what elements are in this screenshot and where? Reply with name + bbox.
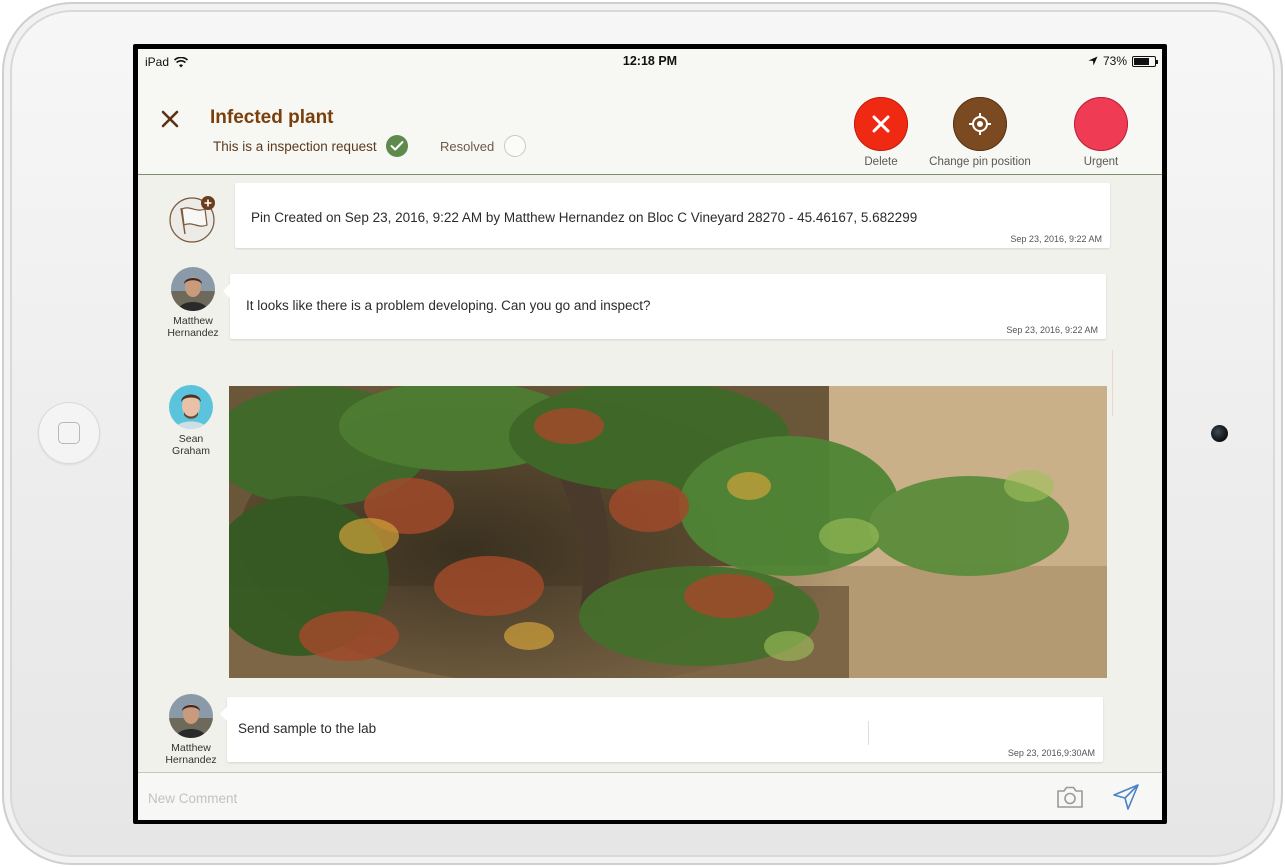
battery-icon bbox=[1132, 55, 1158, 67]
pin-avatar bbox=[168, 194, 218, 244]
page-title: Infected plant bbox=[210, 107, 334, 128]
home-button[interactable] bbox=[38, 402, 100, 464]
delete-button[interactable]: Delete bbox=[854, 97, 908, 168]
message-feed[interactable]: Pin Created on Sep 23, 2016, 9:22 AM by … bbox=[138, 175, 1162, 772]
crosshair-icon bbox=[969, 113, 991, 135]
message-bubble: It looks like there is a problem develop… bbox=[223, 274, 1106, 339]
message-time: Sep 23, 2016, 9:22 AM bbox=[1006, 325, 1098, 335]
status-bar: iPad 12:18 PM 73% bbox=[138, 49, 1162, 73]
system-message-rest: Matthew Hernandez on Bloc C Vineyard 282… bbox=[503, 210, 918, 225]
author-name: Sean Graham bbox=[172, 433, 210, 457]
change-pin-label: Change pin position bbox=[929, 156, 1031, 168]
system-message: Pin Created on Sep 23, 2016, 9:22 AM by … bbox=[235, 183, 1110, 248]
header: Infected plant This is a inspection requ… bbox=[138, 73, 1162, 175]
author-avatar-group: Sean Graham bbox=[156, 385, 226, 457]
author-last-name: Graham bbox=[172, 445, 210, 457]
message-time: Sep 23, 2016, 9:22 AM bbox=[1010, 234, 1102, 244]
resolved-checkbox[interactable] bbox=[504, 135, 527, 157]
flag-icon bbox=[169, 196, 215, 243]
author-name: Matthew Hernandez bbox=[167, 315, 218, 339]
scroll-indicator[interactable] bbox=[1112, 350, 1113, 416]
avatar[interactable] bbox=[169, 385, 213, 429]
new-comment-input[interactable] bbox=[146, 787, 1030, 809]
author-avatar-group: Matthew Hernandez bbox=[158, 267, 228, 339]
app-display: iPad 12:18 PM 73% Infected plant This is… bbox=[138, 49, 1162, 820]
avatar[interactable] bbox=[169, 694, 213, 738]
system-message-text: Pin Created on Sep 23, 2016, 9:22 AM by … bbox=[251, 210, 917, 225]
message-bubble: Send sample to the lab Sep 23, 2016,9:30… bbox=[220, 697, 1103, 762]
change-pin-circle[interactable] bbox=[953, 97, 1007, 151]
infected-vine-image bbox=[229, 386, 1107, 678]
close-icon[interactable] bbox=[157, 106, 183, 132]
urgent-button[interactable]: Urgent bbox=[1074, 97, 1128, 168]
close-x-icon bbox=[872, 115, 890, 133]
resolved-label: Resolved bbox=[440, 138, 495, 154]
comment-composer bbox=[138, 772, 1162, 820]
camera-icon[interactable] bbox=[1055, 783, 1085, 811]
divider bbox=[868, 721, 869, 745]
urgent-circle[interactable] bbox=[1074, 97, 1128, 151]
status-time: 12:18 PM bbox=[622, 54, 678, 68]
status-right: 73% bbox=[1088, 54, 1158, 68]
author-first-name: Matthew bbox=[173, 315, 213, 327]
delete-label: Delete bbox=[864, 156, 898, 168]
check-icon[interactable] bbox=[385, 135, 408, 157]
system-message-prefix: Pin Created on Sep 23, 2016, 9:22 AM by bbox=[251, 210, 504, 225]
resolved-toggle[interactable]: Resolved bbox=[440, 135, 527, 157]
inspection-label: This is a inspection request bbox=[213, 138, 377, 154]
author-first-name: Sean bbox=[178, 433, 204, 445]
battery-percent: 73% bbox=[1102, 54, 1127, 68]
vineyard-photo[interactable] bbox=[229, 386, 1107, 678]
author-name: Matthew Hernandez bbox=[165, 742, 216, 766]
author-first-name: Matthew bbox=[171, 742, 211, 754]
message-text: It looks like there is a problem develop… bbox=[246, 298, 651, 313]
message-time: Sep 23, 2016,9:30AM bbox=[1007, 748, 1095, 758]
front-camera bbox=[1211, 425, 1228, 442]
author-avatar-group: Matthew Hernandez bbox=[156, 694, 226, 766]
home-square-icon bbox=[58, 422, 80, 444]
delete-circle[interactable] bbox=[854, 97, 908, 151]
author-last-name: Hernandez bbox=[165, 754, 217, 766]
change-pin-button[interactable]: Change pin position bbox=[928, 97, 1032, 168]
avatar[interactable] bbox=[171, 267, 215, 311]
send-icon[interactable] bbox=[1111, 782, 1141, 812]
location-arrow-icon bbox=[1088, 56, 1098, 66]
inspection-toggle[interactable]: This is a inspection request bbox=[213, 135, 408, 157]
urgent-label: Urgent bbox=[1083, 156, 1119, 168]
message-text: Send sample to the lab bbox=[238, 721, 377, 736]
author-last-name: Hernandez bbox=[167, 327, 219, 339]
